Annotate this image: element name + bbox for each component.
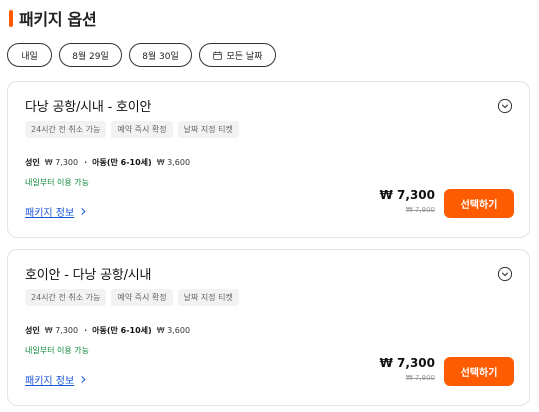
package-info-label: 패키지 정보 [25, 208, 75, 219]
date-chip-all-dates[interactable]: 모든 날짜 [199, 43, 276, 67]
select-button[interactable]: 선택하기 [444, 357, 514, 386]
tag-free-cancel: 24시간 전 취소 가능 [25, 121, 107, 138]
section-title: 패키지 옵션 [19, 10, 97, 29]
adult-price: ₩ 7,300 [44, 158, 79, 167]
date-chip-tomorrow[interactable]: 내일 [7, 43, 52, 67]
select-button[interactable]: 선택하기 [444, 189, 514, 218]
child-price: ₩ 3,600 [156, 158, 191, 167]
price-breakdown: 성인 ₩ 7,300 · 아동(만 6-10세) ₩ 3,600 [25, 157, 195, 168]
package-title: 호이안 - 다낭 공항/시내 [25, 268, 152, 283]
price-box: ₩ 7,300 ₩ 7,900 [380, 188, 435, 214]
availability-text: 내일부터 이용 가능 [25, 346, 89, 355]
date-chip-aug-29[interactable]: 8월 29일 [59, 43, 122, 67]
package-info-link[interactable]: 패키지 정보 [25, 204, 87, 219]
package-tags: 24시간 전 취소 가능 예약 즉시 확정 날짜 지정 티켓 [25, 121, 239, 138]
tag-dated-ticket: 날짜 지정 티켓 [177, 121, 239, 138]
accent-bar [9, 9, 13, 27]
chevron-down-circle-icon[interactable] [497, 266, 513, 282]
package-tags: 24시간 전 취소 가능 예약 즉시 확정 날짜 지정 티켓 [25, 289, 239, 306]
tag-instant-confirm: 예약 즉시 확정 [111, 289, 173, 306]
separator-dot: · [84, 158, 88, 167]
tag-instant-confirm: 예약 즉시 확정 [111, 121, 173, 138]
original-price: ₩ 7,900 [405, 374, 435, 382]
chevron-right-icon [81, 375, 86, 384]
package-info-label: 패키지 정보 [25, 376, 75, 387]
adult-label: 성인 [25, 158, 40, 167]
price-box: ₩ 7,300 ₩ 7,900 [380, 356, 435, 382]
chevron-down-circle-icon[interactable] [497, 98, 513, 114]
price-breakdown: 성인 ₩ 7,300 · 아동(만 6-10세) ₩ 3,600 [25, 325, 195, 336]
package-card: 호이안 - 다낭 공항/시내 24시간 전 취소 가능 예약 즉시 확정 날짜 … [7, 249, 530, 406]
tag-dated-ticket: 날짜 지정 티켓 [177, 289, 239, 306]
original-price: ₩ 7,900 [405, 206, 435, 214]
adult-price: ₩ 7,300 [44, 326, 79, 335]
chevron-right-icon [81, 207, 86, 216]
calendar-icon [212, 50, 222, 60]
date-chip-all-label: 모든 날짜 [226, 51, 263, 62]
child-label: 아동(만 6-10세) [92, 326, 152, 335]
date-chip-aug-30[interactable]: 8월 30일 [129, 43, 192, 67]
child-price: ₩ 3,600 [156, 326, 191, 335]
package-title: 다낭 공항/시내 - 호이안 [25, 100, 152, 115]
current-price: ₩ 7,300 [379, 188, 435, 202]
package-info-link[interactable]: 패키지 정보 [25, 372, 87, 387]
child-label: 아동(만 6-10세) [92, 158, 152, 167]
current-price: ₩ 7,300 [379, 356, 435, 370]
date-filter-row: 내일 8월 29일 8월 30일 모든 날짜 [7, 43, 276, 67]
availability-text: 내일부터 이용 가능 [25, 178, 89, 187]
package-card: 다낭 공항/시내 - 호이안 24시간 전 취소 가능 예약 즉시 확정 날짜 … [7, 81, 530, 238]
separator-dot: · [84, 326, 88, 335]
section-header: 패키지 옵션 [9, 8, 97, 29]
adult-label: 성인 [25, 326, 40, 335]
tag-free-cancel: 24시간 전 취소 가능 [25, 289, 107, 306]
